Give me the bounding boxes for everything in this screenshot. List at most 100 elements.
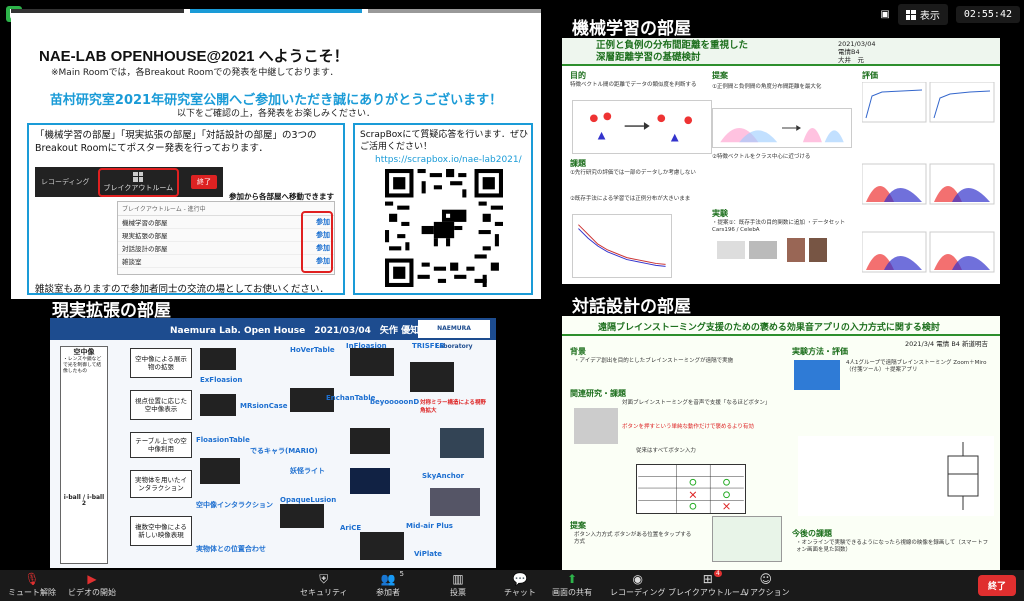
ar-project: OpaqueLusion bbox=[280, 496, 337, 504]
chat-icon: 💬 bbox=[512, 572, 528, 586]
recording-button[interactable]: ◉ レコーディング bbox=[610, 572, 665, 598]
zoom-toolbar: 🎙 ミュート解除 ▶ ビデオの開始 ⛨ セキュリティ 👥 5 参加者 ▥ 投票 💬… bbox=[0, 570, 1024, 601]
zoom-window: ▣ 表示 02:55:42 NAE-LAB OPENHOUSE@2021 へよう… bbox=[0, 0, 1024, 601]
ar-thumb bbox=[430, 488, 480, 516]
breakout-label: ブレイクアウトルーム bbox=[668, 588, 748, 597]
ml-room-label: 機械学習の部屋 bbox=[572, 19, 691, 39]
chat-label: チャット bbox=[504, 588, 536, 597]
mute-button[interactable]: 🎙 ミュート解除 bbox=[8, 572, 56, 598]
chat-button[interactable]: 💬 チャット bbox=[504, 572, 536, 598]
zoom-breakout-label: ブレイクアウトルーム bbox=[103, 183, 174, 192]
ml-sec-exp: 実験 bbox=[712, 209, 728, 218]
polls-label: 投票 bbox=[450, 588, 466, 597]
room-name: 機械学習の部屋 bbox=[122, 219, 168, 227]
participants-button[interactable]: 👥 5 参加者 bbox=[376, 570, 404, 598]
share-screen-button[interactable]: ⬆ 画面の共有 bbox=[552, 572, 592, 598]
room-name: 対話設計の部屋 bbox=[122, 245, 168, 253]
chat-room-text: 雑談室もありますので参加者同士の交流の場としてお使いください． bbox=[35, 284, 329, 295]
ml-date: 2021/03/04 bbox=[838, 40, 876, 48]
ar-category-box: 空中像による展示物の拡張 bbox=[130, 348, 192, 378]
breakout-rooms-button[interactable]: ⊞ 4 ブレイクアウトルーム bbox=[668, 570, 748, 598]
scrapbox-info-box: ScrapBoxにて質疑応答を行います．ぜひご活用ください！ https://s… bbox=[353, 123, 533, 295]
ar-project: AriCE bbox=[340, 524, 362, 532]
ar-project: ViPlate bbox=[414, 550, 443, 558]
ml-exp-text: ・提案①：既存手法の目的関数に追加 ・データセット Cars196 / Cele… bbox=[712, 220, 846, 233]
ar-project: EnchanTable bbox=[326, 394, 376, 402]
ml-poster-title: 正例と負例の分布間距離を重視した 深層距離学習の基礎検討 bbox=[596, 40, 748, 64]
video-label: ビデオの開始 bbox=[68, 588, 116, 597]
ar-poster-tile[interactable]: Naemura Lab. Open House 2021/03/04 矢作 優知… bbox=[50, 318, 496, 568]
security-button[interactable]: ⛨ セキュリティ bbox=[300, 572, 348, 598]
ar-project: Mid-air Plus bbox=[406, 522, 453, 530]
video-off-icon: ▶ bbox=[87, 572, 97, 586]
mute-label: ミュート解除 bbox=[8, 588, 56, 597]
ar-thumb bbox=[200, 394, 236, 416]
ar-side-panel: 空中像 ・レンズや鏡などで光を制御して結像したもの i-ball / i-bal… bbox=[60, 346, 108, 564]
video-button[interactable]: ▶ ビデオの開始 bbox=[68, 572, 116, 598]
dd-comparison-table bbox=[636, 464, 746, 514]
dd-related-photo bbox=[574, 408, 618, 444]
share-label: 画面の共有 bbox=[552, 588, 592, 597]
ml-sec-purpose: 目的 bbox=[570, 71, 586, 80]
ml-issue-text: ①先行研究の評価では一部のデータしか考慮しない bbox=[570, 170, 696, 176]
breakout-grid-icon bbox=[133, 171, 144, 182]
room-name: 雑談室 bbox=[122, 258, 142, 266]
end-meeting-button[interactable]: 終了 bbox=[977, 575, 1016, 596]
view-button-label: 表示 bbox=[919, 11, 940, 22]
security-label: セキュリティ bbox=[300, 588, 348, 597]
ar-project: HoVerTable bbox=[290, 346, 335, 354]
dd-poster-title: 遠隔ブレインストーミング支援のための褒める効果音アプリの入力方式に関する検討 bbox=[598, 323, 940, 333]
zoom-recording-label: レコーディング bbox=[41, 178, 90, 186]
ar-category-box: 複数空中像による新しい映像表現 bbox=[130, 516, 192, 546]
dd-related-text: 対面ブレインストーミングを音声で支援「なるほどボタン」 bbox=[622, 400, 771, 406]
slide-top-bars bbox=[11, 9, 542, 13]
recording-label: レコーディング bbox=[610, 588, 666, 597]
dd-sec-exp: 実験方法・評価 bbox=[792, 347, 848, 356]
dd-room-label: 対話設計の部屋 bbox=[572, 297, 691, 317]
dd-sec-future: 今後の課題 bbox=[792, 529, 832, 538]
microphone-muted-icon: 🎙 bbox=[24, 572, 40, 586]
slide-bar-blue bbox=[189, 9, 363, 13]
ml-title-line2: 深層距離学習の基礎検討 bbox=[596, 52, 701, 63]
ml-eval-plots bbox=[862, 82, 995, 273]
ml-poster-header: 正例と負例の分布間距離を重視した 深層距離学習の基礎検討 2021/03/04 … bbox=[562, 38, 1000, 66]
participants-label: 参加者 bbox=[376, 588, 400, 597]
ar-project: FloasionTable bbox=[196, 436, 250, 444]
view-button[interactable]: 表示 bbox=[897, 4, 948, 25]
reactions-button[interactable]: ☺ リアクション bbox=[742, 572, 790, 598]
ar-thumb bbox=[350, 468, 390, 494]
ar-project: InFloasion bbox=[346, 342, 387, 350]
record-icon: ◉ bbox=[632, 572, 643, 586]
dd-prop-diagram bbox=[712, 516, 782, 562]
minimize-icon[interactable]: ▣ bbox=[880, 9, 889, 20]
ml-sec-eval: 評価 bbox=[862, 71, 878, 80]
ar-thumb bbox=[440, 428, 484, 458]
dd-prop-text: ボタン入力方式 ボタンがある位置をタップする方式 bbox=[574, 532, 692, 545]
ml-poster-tile[interactable]: 正例と負例の分布間距離を重視した 深層距離学習の基礎検討 2021/03/04 … bbox=[562, 38, 1000, 284]
ar-project: TRISFER bbox=[412, 342, 445, 350]
ar-thumb bbox=[410, 362, 454, 392]
ml-issue-graph bbox=[572, 214, 672, 278]
polls-button[interactable]: ▥ 投票 bbox=[450, 572, 466, 598]
dd-bg-text: ・アイデア創出を目的としたブレインストーミングが遠隔で実施 bbox=[574, 358, 734, 364]
dd-exp-text: 4人1グループで遠隔ブレインストーミング Zoom＋Miro（付箋ツール）＋提案… bbox=[846, 360, 987, 373]
ar-category-box: 実物体を用いたインタラクション bbox=[130, 470, 192, 498]
reactions-label: リアクション bbox=[742, 588, 790, 597]
dd-poster-tile[interactable]: 遠隔ブレインストーミング支援のための褒める効果音アプリの入力方式に関する検討 2… bbox=[562, 316, 1000, 570]
dd-poster-header: 遠隔ブレインストーミング支援のための褒める効果音アプリの入力方式に関する検討 bbox=[562, 316, 1000, 336]
ar-project: beyooooonD bbox=[370, 398, 420, 406]
join-highlight-frame bbox=[301, 211, 333, 273]
smile-icon: ☺ bbox=[759, 572, 773, 586]
breakout-badge: 4 bbox=[713, 570, 722, 577]
ar-side-title: 空中像 bbox=[73, 348, 95, 356]
ml-author-line1: 電情B4 bbox=[838, 48, 860, 56]
breakout-info-text: 「機械学習の部屋」「現実拡張の部屋」「対話設計の部屋」の3つのBreakout … bbox=[35, 130, 317, 154]
ar-thumb bbox=[360, 532, 404, 560]
ml-prop-diagram bbox=[712, 108, 852, 148]
dd-future-text: ・オンラインで実験できるようになったら視線の映像を録画して（スマートフォン画面を… bbox=[796, 540, 989, 553]
breakout-info-box: 「機械学習の部屋」「現実拡張の部屋」「対話設計の部屋」の3つのBreakout … bbox=[27, 123, 345, 295]
slide-note: ※Main Roomでは，各Breakout Roomでの発表を中継しております… bbox=[51, 68, 339, 78]
slide-title: NAE-LAB OPENHOUSE@2021 へようこそ！ bbox=[39, 48, 349, 65]
main-shared-slide: NAE-LAB OPENHOUSE@2021 へようこそ！ ※Main Room… bbox=[11, 9, 542, 299]
ar-poster-header: Naemura Lab. Open House 2021/03/04 矢作 優知… bbox=[50, 318, 496, 350]
